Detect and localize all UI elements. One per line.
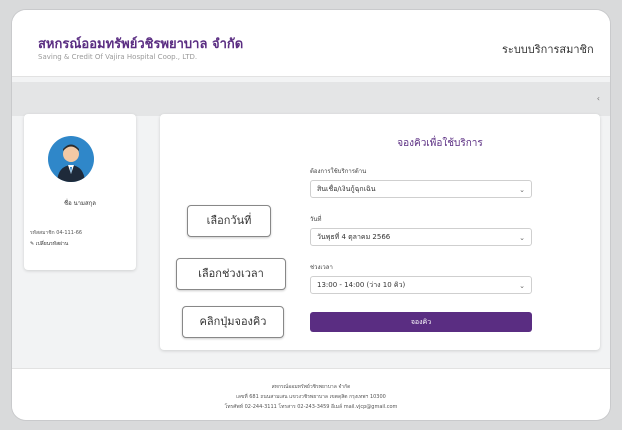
callout-choose-time: เลือกช่วงเวลา xyxy=(176,258,286,290)
sub-navbar: ‹ xyxy=(12,82,610,116)
avatar xyxy=(48,136,94,182)
chevron-down-icon: ⌄ xyxy=(519,234,525,242)
site-header: สหกรณ์ออมทรัพย์วชิรพยาบาล จำกัด Saving &… xyxy=(12,10,610,77)
site-footer: สหกรณ์ออมทรัพย์วชิรพยาบาล จำกัด เลขที่ 6… xyxy=(12,368,610,420)
date-value: วันพุธที่ 4 ตุลาคม 2566 xyxy=(317,233,391,241)
callout-choose-date: เลือกวันที่ xyxy=(187,205,271,237)
footer-contact: โทรศัพท์ 02-244-3111 โทรสาร 02-243-3459 … xyxy=(224,404,398,410)
user-avatar-icon xyxy=(57,144,85,182)
pencil-icon: ✎ xyxy=(30,241,35,247)
org-name-en: Saving & Credit Of Vajira Hospital Coop.… xyxy=(38,53,198,61)
change-password-link[interactable]: ✎ เปลี่ยนรหัสผ่าน xyxy=(30,240,68,248)
profile-card: ชื่อ นามสกุล รหัสสมาชิก 04-111-66 ✎ เปลี… xyxy=(24,114,136,270)
date-label: วันที่ xyxy=(310,216,322,223)
book-queue-button[interactable]: จองคิว xyxy=(310,312,532,332)
member-id: รหัสสมาชิก 04-111-66 xyxy=(30,230,83,236)
chevron-down-icon: ⌄ xyxy=(519,186,525,194)
member-name: ชื่อ นามสกุล xyxy=(64,200,96,207)
service-value: สินเชื่อ/เงินกู้ฉุกเฉิน xyxy=(317,185,376,193)
browser-frame: สหกรณ์ออมทรัพย์วชิรพยาบาล จำกัด Saving &… xyxy=(12,10,610,420)
footer-address: เลขที่ 681 ถนนสามเสน แขวงวชิรพยาบาล เขตด… xyxy=(236,394,386,400)
service-label: ต้องการใช้บริการด้าน xyxy=(310,168,367,175)
callout-click-book: คลิกปุ่มจองคิว xyxy=(182,306,284,338)
change-password-label: เปลี่ยนรหัสผ่าน xyxy=(35,241,69,247)
date-select[interactable]: วันพุธที่ 4 ตุลาคม 2566 ⌄ xyxy=(310,228,532,246)
booking-title: จองคิวเพื่อใช้บริการ xyxy=(397,138,483,149)
system-title: ระบบบริการสมาชิก xyxy=(502,43,594,56)
time-value: 13:00 - 14:00 (ว่าง 10 คิว) xyxy=(317,281,406,289)
footer-org-name: สหกรณ์ออมทรัพย์วชิรพยาบาล จำกัด xyxy=(271,384,351,390)
service-select[interactable]: สินเชื่อ/เงินกู้ฉุกเฉิน ⌄ xyxy=(310,180,532,198)
time-label: ช่วงเวลา xyxy=(310,264,333,271)
org-name[interactable]: สหกรณ์ออมทรัพย์วชิรพยาบาล จำกัด xyxy=(38,33,243,54)
chevron-down-icon: ⌄ xyxy=(519,282,525,290)
time-select[interactable]: 13:00 - 14:00 (ว่าง 10 คิว) ⌄ xyxy=(310,276,532,294)
nav-toggle-icon[interactable]: ‹ xyxy=(597,94,600,103)
